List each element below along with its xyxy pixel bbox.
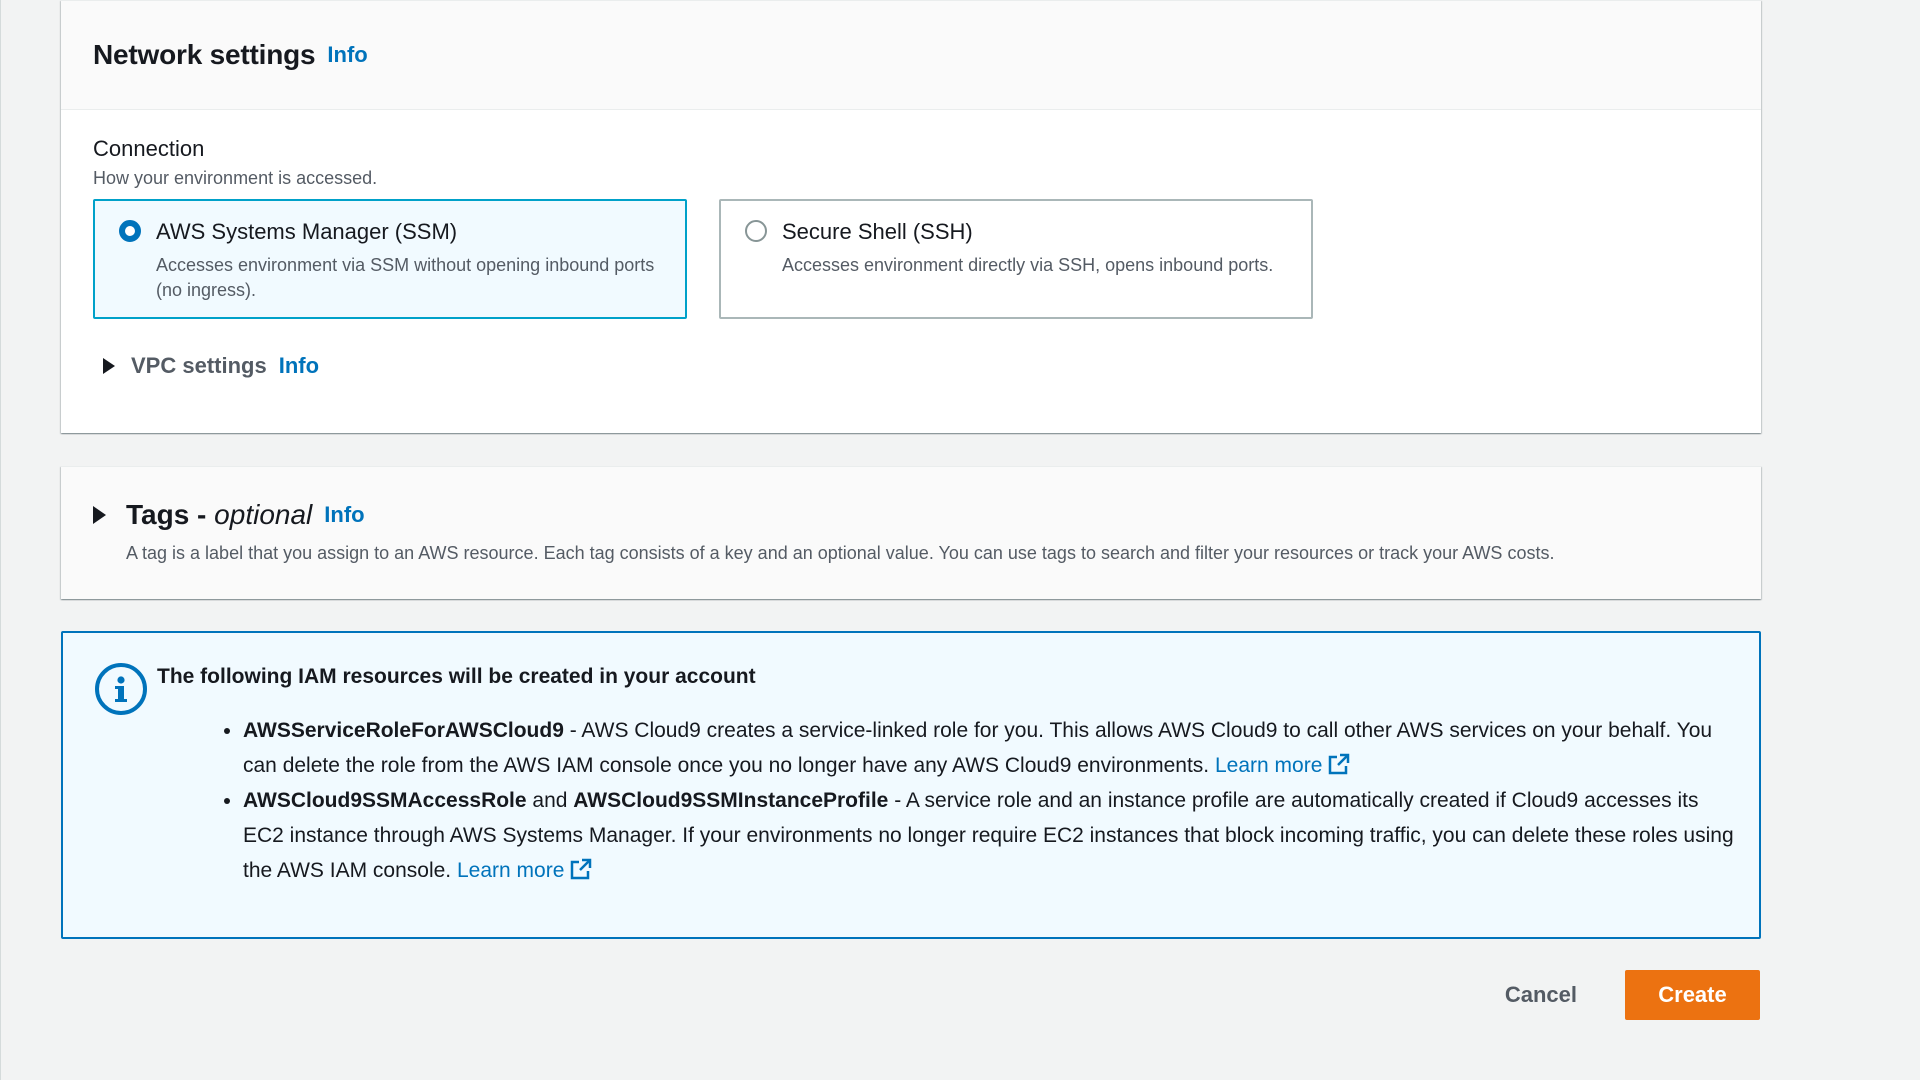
ssh-option-description: Accesses environment directly via SSH, o…: [782, 255, 1274, 275]
vpc-settings-expander[interactable]: VPC settings Info: [93, 353, 1729, 379]
iam-resource-name: AWSServiceRoleForAWSCloud9: [243, 719, 564, 742]
iam-resource-name: AWSCloud9SSMAccessRole: [243, 789, 527, 812]
learn-more-label: Learn more: [456, 859, 565, 882]
tags-expander[interactable]: Tags - optional Info: [93, 499, 1729, 531]
network-settings-card: Network settings Info Connection How you…: [61, 0, 1761, 433]
tags-info-link[interactable]: Info: [324, 502, 364, 528]
iam-resource-item: AWSServiceRoleForAWSCloud9 - AWS Cloud9 …: [243, 713, 1741, 783]
connection-description: How your environment is accessed.: [93, 168, 378, 188]
external-link-icon: [1329, 753, 1350, 775]
iam-alert-title: The following IAM resources will be crea…: [157, 665, 756, 688]
learn-more-label: Learn more: [1214, 754, 1323, 777]
caret-right-icon: [93, 506, 106, 524]
info-circle-icon: [95, 663, 147, 715]
page: Network settings Info Connection How you…: [0, 0, 1920, 1080]
iam-resource-name: AWSCloud9SSMInstanceProfile: [573, 789, 889, 812]
tags-title: Tags - optional: [126, 499, 312, 531]
ssm-radio-button[interactable]: [119, 220, 141, 242]
network-settings-header: Network settings Info: [61, 1, 1761, 110]
ssh-option-text: Secure Shell (SSH) Accesses environment …: [782, 219, 1273, 278]
vpc-settings-label: VPC settings: [131, 353, 267, 378]
ssm-option-tile[interactable]: AWS Systems Manager (SSM) Accesses envir…: [93, 199, 687, 319]
iam-info-alert: The following IAM resources will be crea…: [61, 631, 1761, 939]
iam-resource-item: AWSCloud9SSMAccessRole and AWSCloud9SSMI…: [243, 783, 1741, 888]
tags-title-optional: optional: [214, 499, 313, 530]
create-button[interactable]: Create: [1625, 970, 1760, 1020]
ssm-option-title: AWS Systems Manager (SSM): [156, 219, 458, 244]
ssh-radio-button[interactable]: [745, 220, 767, 242]
learn-more-link[interactable]: Learn more: [1214, 753, 1350, 777]
ssh-option-tile[interactable]: Secure Shell (SSH) Accesses environment …: [719, 199, 1313, 319]
iam-resources-list: AWSServiceRoleForAWSCloud9 - AWS Cloud9 …: [221, 713, 1741, 888]
network-settings-body: Connection How your environment is acces…: [61, 110, 1761, 379]
network-settings-info-link[interactable]: Info: [327, 42, 367, 68]
cancel-button[interactable]: Cancel: [1481, 970, 1601, 1020]
connection-tiles: AWS Systems Manager (SSM) Accesses envir…: [93, 199, 1729, 319]
iam-resource-joiner: and: [526, 789, 574, 812]
tags-title-prefix: Tags -: [126, 499, 207, 530]
vpc-settings-info-link[interactable]: Info: [279, 353, 319, 379]
form-actions: Cancel Create: [1481, 970, 1760, 1020]
tags-card: Tags - optional Info A tag is a label th…: [61, 466, 1761, 599]
ssh-option-title: Secure Shell (SSH): [782, 219, 973, 244]
learn-more-link[interactable]: Learn more: [456, 858, 592, 882]
network-settings-title: Network settings: [93, 39, 316, 70]
ssm-option-description: Accesses environment via SSM without ope…: [156, 255, 655, 300]
tags-description: A tag is a label that you assign to an A…: [126, 543, 1555, 563]
caret-right-icon: [103, 358, 115, 374]
page-edge-divider: [0, 0, 1, 1080]
ssm-option-text: AWS Systems Manager (SSM) Accesses envir…: [156, 219, 661, 303]
connection-label: Connection: [93, 136, 205, 161]
external-link-icon: [571, 858, 592, 880]
